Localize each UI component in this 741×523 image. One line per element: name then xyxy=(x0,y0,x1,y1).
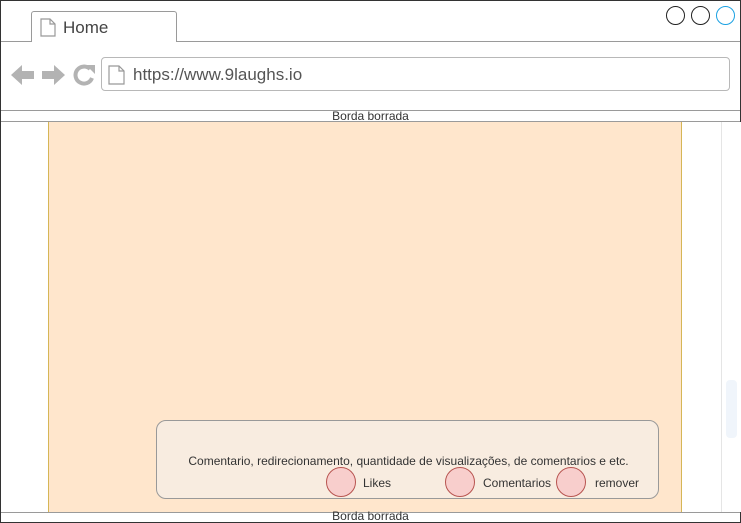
close-button[interactable] xyxy=(716,6,735,25)
comments-label: Comentarios xyxy=(483,476,552,490)
bottom-border-caption: Borda borrada xyxy=(332,509,409,523)
top-border-caption: Borda borrada xyxy=(332,109,409,123)
maximize-button[interactable] xyxy=(691,6,710,25)
likes-label: Likes xyxy=(363,476,392,490)
tab-strip: Home xyxy=(1,1,740,42)
minimize-button[interactable] xyxy=(666,6,685,25)
vertical-scrollbar[interactable] xyxy=(721,122,741,512)
url-text: https://www.9laughs.io xyxy=(133,65,303,84)
tab-home[interactable]: Home xyxy=(31,11,177,42)
comment-icon[interactable] xyxy=(445,467,475,497)
remove-label: remover xyxy=(595,476,640,490)
scrollbar-thumb[interactable] xyxy=(726,380,737,438)
reload-icon[interactable] xyxy=(72,64,96,91)
remove-icon[interactable] xyxy=(556,467,586,497)
address-bar[interactable]: https://www.9laughs.io xyxy=(101,57,730,91)
page-icon xyxy=(40,18,56,42)
navigation-bar: https://www.9laughs.io xyxy=(1,42,740,111)
page-icon xyxy=(108,65,125,90)
post-info-text: Comentario, redirecionamento, quantidade… xyxy=(188,454,629,468)
back-arrow-icon[interactable] xyxy=(11,64,35,91)
tab-title: Home xyxy=(63,18,109,37)
forward-arrow-icon[interactable] xyxy=(41,64,65,91)
like-icon[interactable] xyxy=(326,467,356,497)
